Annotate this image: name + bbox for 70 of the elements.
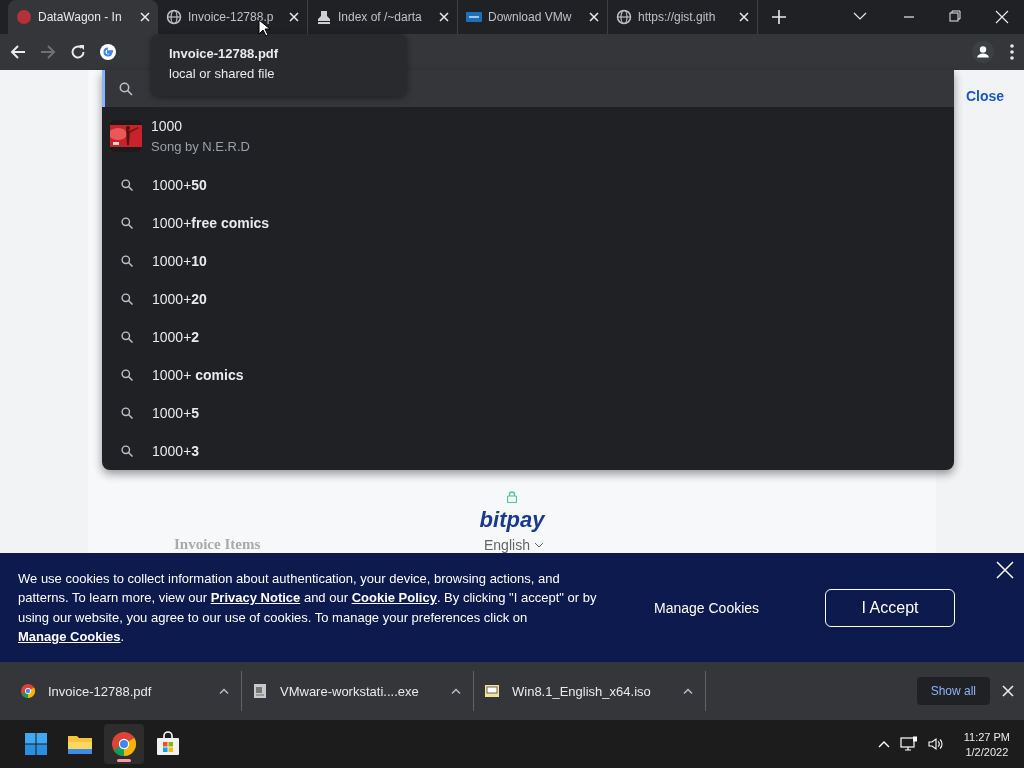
close-icon[interactable]	[289, 12, 299, 22]
reload-icon[interactable]	[70, 44, 86, 60]
menu-icon[interactable]	[1010, 44, 1014, 60]
circle-icon	[16, 9, 32, 25]
link[interactable]: Privacy Notice	[210, 590, 301, 605]
close-icon[interactable]	[1002, 685, 1014, 697]
shopping-bag-icon[interactable]	[155, 731, 181, 757]
suggestion-item[interactable]: 1000+10	[102, 242, 954, 280]
active-indicator	[117, 759, 131, 762]
chrome-icon	[20, 683, 36, 699]
language-selector[interactable]: English	[484, 537, 544, 553]
installer-icon	[252, 683, 268, 699]
chrome-icon[interactable]	[111, 731, 137, 757]
suggestion-item[interactable]: 1000+ comics	[102, 356, 954, 394]
stamp-icon	[316, 9, 332, 25]
caret-up-icon[interactable]	[877, 740, 890, 748]
close-icon[interactable]	[140, 12, 150, 22]
link[interactable]: Cookie Policy	[351, 590, 437, 605]
globe-icon	[166, 9, 182, 25]
suggestion-item[interactable]: 1000+50	[102, 166, 954, 204]
search-icon	[121, 369, 133, 381]
suggestion-item[interactable]: 1000+free comics	[102, 204, 954, 242]
suggestion-subtitle: Song by N.E.R.D	[151, 139, 250, 154]
search-icon	[119, 81, 133, 96]
windows-logo-icon[interactable]	[23, 731, 49, 757]
caret-up-icon	[451, 688, 461, 694]
disc-image-icon	[484, 683, 500, 699]
search-icon	[121, 407, 133, 419]
browser-tab[interactable]: DataWagon - In	[8, 0, 158, 34]
lock-icon	[507, 491, 517, 503]
search-icon	[121, 293, 133, 305]
caret-up-icon	[219, 688, 229, 694]
section-heading: Invoice Items	[174, 536, 262, 553]
close-icon[interactable]	[589, 12, 599, 22]
suggestion-item[interactable]: 1000+20	[102, 280, 954, 318]
search-icon	[121, 445, 133, 457]
search-icon	[121, 331, 133, 343]
profile-icon[interactable]	[972, 41, 994, 63]
suggestion-item[interactable]: 1000+3	[102, 432, 954, 470]
globe-icon	[616, 9, 632, 25]
search-icon	[121, 179, 133, 191]
cookie-notice-text: We use cookies to collect information about authentication, your device, browsing actions, and patterns. To learn more, view our Privacy Notice and our Cookie Policy. By clicking "I accept" or by using our website, you agree to our use of cookies. To manage your preferences click on Manage Cookies.	[18, 569, 598, 646]
clock[interactable]: 11:27 PM 1/2/2022	[963, 730, 1010, 758]
download-item[interactable]: Win8.1_English_x64.iso	[474, 671, 706, 711]
download-item[interactable]: Invoice-12788.pdf	[10, 671, 242, 711]
suggestion-item[interactable]: 1000 Song by N.E.R.D	[102, 110, 954, 162]
search-icon	[121, 255, 133, 267]
download-item[interactable]: VMware-workstati....exe	[242, 671, 474, 711]
network-icon[interactable]	[899, 736, 918, 752]
google-g-icon	[100, 44, 116, 60]
back-arrow-icon[interactable]	[10, 44, 26, 60]
caret-up-icon	[683, 688, 693, 694]
close-link[interactable]: Close	[965, 88, 1004, 104]
close-icon[interactable]	[739, 12, 749, 22]
chevron-down-icon	[533, 542, 544, 548]
show-all-button[interactable]: Show all	[916, 677, 990, 705]
manage-cookies-button[interactable]: Manage Cookies	[648, 593, 766, 622]
link[interactable]: Manage Cookies	[18, 629, 121, 644]
tooltip-subtitle: local or shared file	[169, 66, 276, 81]
suggestion-item[interactable]: 1000+2	[102, 318, 954, 356]
suggestion-title: 1000	[151, 118, 184, 134]
close-icon[interactable]	[439, 12, 449, 22]
accept-button[interactable]: I Accept	[825, 588, 956, 627]
bitpay-logo: bitpay	[479, 507, 545, 533]
suggestion-item[interactable]: 1000+5	[102, 394, 954, 432]
logo-icon	[466, 9, 482, 25]
volume-icon[interactable]	[927, 737, 944, 751]
search-icon	[121, 217, 133, 229]
tooltip-title: Invoice-12788.pdf	[169, 46, 280, 61]
plus-icon[interactable]	[772, 10, 786, 24]
